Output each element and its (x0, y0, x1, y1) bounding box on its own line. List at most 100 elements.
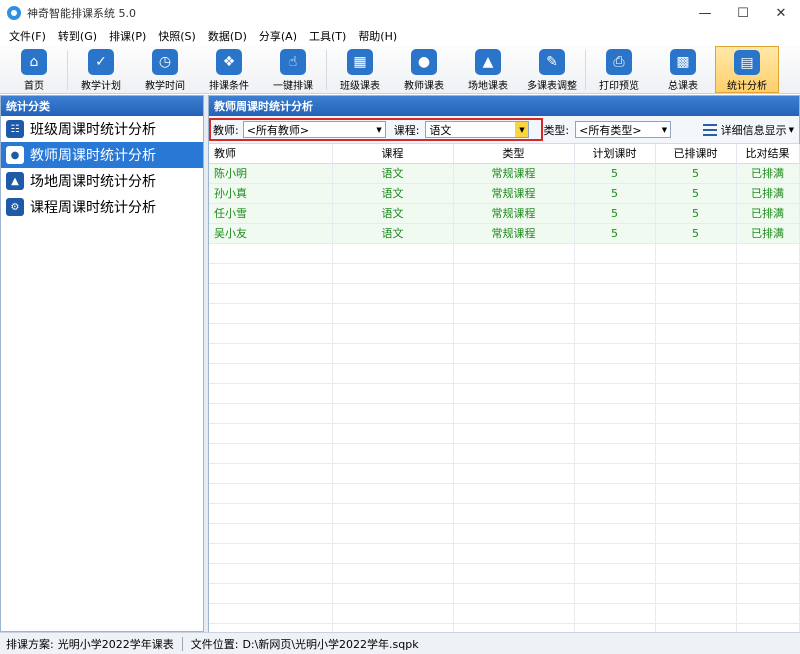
minimize-button[interactable]: — (686, 0, 724, 26)
table-cell: 5 (574, 183, 656, 204)
table-cell: 任小雪 (209, 203, 333, 224)
column-header[interactable]: 类型 (453, 144, 575, 164)
table-row[interactable]: 孙小真 语文 常规课程 5 5 已排满 (209, 183, 800, 204)
empty-row (209, 343, 800, 364)
menu-schedule[interactable]: 排课(P) (104, 28, 151, 44)
toolbar-venue-schedule-button[interactable]: ▲ 场地课表 (456, 46, 520, 93)
table-cell: 语文 (332, 223, 454, 244)
table-cell: 吴小友 (209, 223, 333, 244)
toolbar-teacher-schedule-button[interactable]: ● 教师课表 (392, 46, 456, 93)
column-header[interactable]: 计划课时 (574, 144, 656, 164)
category-item-class[interactable]: ☷ 班级周课时统计分析 (1, 116, 203, 142)
toolbar: ⌂ 首页 ✓ 教学计划 ◷ 教学时间 ❖ 排课条件 ☝ 一键排课 ▦ 班级课表 … (0, 46, 800, 94)
toolbar-auto-schedule-button[interactable]: ☝ 一键排课 (261, 46, 325, 93)
toolbar-separator (585, 50, 586, 90)
type-filter-select[interactable]: <所有类型> ▼ (575, 121, 672, 138)
file-location-label: 文件位置: (190, 637, 239, 651)
category-item-teacher[interactable]: ● 教师周课时统计分析 (1, 142, 203, 168)
course-filter-select[interactable]: 语文 ▼ (425, 121, 530, 138)
toolbar-home-button[interactable]: ⌂ 首页 (2, 46, 66, 93)
click-hand-icon: ☝ (280, 49, 306, 75)
table-cell: 5 (655, 183, 737, 204)
toolbar-master-schedule-button[interactable]: ▩ 总课表 (651, 46, 715, 93)
chevron-down-icon: ▼ (661, 126, 668, 134)
clock-icon: ◷ (152, 49, 178, 75)
category-item-venue[interactable]: ▲ 场地周课时统计分析 (1, 168, 203, 194)
toolbar-print-preview-button[interactable]: ⎙ 打印预览 (587, 46, 651, 93)
course-stats-icon: ⚙ (6, 198, 24, 216)
toolbar-conditions-button[interactable]: ❖ 排课条件 (197, 46, 261, 93)
table-cell: 常规课程 (453, 163, 575, 184)
table-cell: 语文 (332, 163, 454, 184)
toolbar-separator (326, 50, 327, 90)
empty-row (209, 423, 800, 444)
venue-stats-icon: ▲ (6, 172, 24, 190)
empty-row (209, 283, 800, 304)
category-item-label: 课程周课时统计分析 (30, 200, 156, 216)
column-header[interactable]: 教师 (209, 144, 333, 164)
menu-share[interactable]: 分享(A) (254, 28, 302, 44)
building-icon: ▲ (475, 49, 501, 75)
empty-row (209, 303, 800, 324)
type-filter-label: 类型: (543, 123, 570, 137)
home-icon: ⌂ (21, 49, 47, 75)
table-row[interactable]: 陈小明 语文 常规课程 5 5 已排满 (209, 163, 800, 184)
detail-display-button[interactable]: 详细信息显示 ▼ (702, 122, 794, 138)
category-item-label: 场地周课时统计分析 (30, 174, 156, 190)
table-cell: 5 (655, 223, 737, 244)
category-item-label: 班级周课时统计分析 (30, 122, 156, 138)
table-cell: 孙小真 (209, 183, 333, 204)
menu-file[interactable]: 文件(F) (4, 28, 51, 44)
teacher-icon: ● (411, 49, 437, 75)
category-item-course[interactable]: ⚙ 课程周课时统计分析 (1, 194, 203, 220)
table-cell: 5 (574, 203, 656, 224)
column-header[interactable]: 课程 (332, 144, 454, 164)
menu-tools[interactable]: 工具(T) (304, 28, 351, 44)
filter-bar: 教师: <所有教师> ▼ 课程: 语文 ▼ 类型: <所有类型> ▼ 详细信息显… (209, 116, 799, 144)
conditions-icon: ❖ (216, 49, 242, 75)
chevron-down-icon: ▼ (376, 126, 382, 134)
category-panel: 统计分类 ☷ 班级周课时统计分析 ● 教师周课时统计分析 ▲ 场地周课时统计分析… (0, 95, 204, 632)
analysis-panel-title: 教师周课时统计分析 (209, 96, 799, 116)
column-header[interactable]: 比对结果 (736, 144, 800, 164)
scheme-label: 排课方案: (6, 637, 54, 651)
menu-data[interactable]: 数据(D) (203, 28, 252, 44)
chevron-down-icon: ▼ (515, 122, 529, 137)
analysis-panel: 教师周课时统计分析 教师: <所有教师> ▼ 课程: 语文 ▼ 类型: <所有类… (208, 95, 800, 644)
adjust-icon: ✎ (539, 49, 565, 75)
toolbar-class-schedule-button[interactable]: ▦ 班级课表 (328, 46, 392, 93)
table-header: 教师 课程 类型 计划课时 已排课时 比对结果 (209, 144, 800, 164)
calendar-icon: ▦ (347, 49, 373, 75)
table-cell: 语文 (332, 183, 454, 204)
menu-goto[interactable]: 转到(G) (53, 28, 102, 44)
maximize-button[interactable]: ☐ (724, 0, 762, 26)
printer-icon: ⎙ (606, 49, 632, 75)
category-item-label: 教师周课时统计分析 (30, 148, 156, 164)
toolbar-statistics-button[interactable]: ▤ 统计分析 (715, 46, 779, 93)
empty-row (209, 543, 800, 564)
close-button[interactable]: ✕ (762, 0, 800, 26)
empty-row (209, 503, 800, 524)
status-divider (181, 636, 183, 651)
empty-row (209, 483, 800, 504)
teacher-stats-icon: ● (6, 146, 24, 164)
empty-row (209, 383, 800, 404)
file-location-value: D:\新网页\光明小学2022学年.sqpk (242, 637, 419, 651)
menu-help[interactable]: 帮助(H) (353, 28, 402, 44)
toolbar-teaching-plan-button[interactable]: ✓ 教学计划 (69, 46, 133, 93)
menu-snapshot[interactable]: 快照(S) (153, 28, 201, 44)
toolbar-multi-adjust-button[interactable]: ✎ 多课表调整 (520, 46, 584, 93)
column-header[interactable]: 已排课时 (655, 144, 737, 164)
table-row[interactable]: 吴小友 语文 常规课程 5 5 已排满 (209, 223, 800, 244)
category-panel-title: 统计分类 (1, 96, 203, 116)
status-bar: 排课方案: 光明小学2022学年课表 文件位置: D:\新网页\光明小学2022… (0, 632, 800, 654)
table-cell: 陈小明 (209, 163, 333, 184)
app-logo-icon (7, 6, 21, 20)
empty-row (209, 263, 800, 284)
toolbar-teaching-time-button[interactable]: ◷ 教学时间 (133, 46, 197, 93)
list-icon (702, 124, 717, 136)
empty-row (209, 403, 800, 424)
table-cell: 语文 (332, 203, 454, 224)
table-row[interactable]: 任小雪 语文 常规课程 5 5 已排满 (209, 203, 800, 224)
teacher-filter-select[interactable]: <所有教师> ▼ (242, 121, 386, 138)
